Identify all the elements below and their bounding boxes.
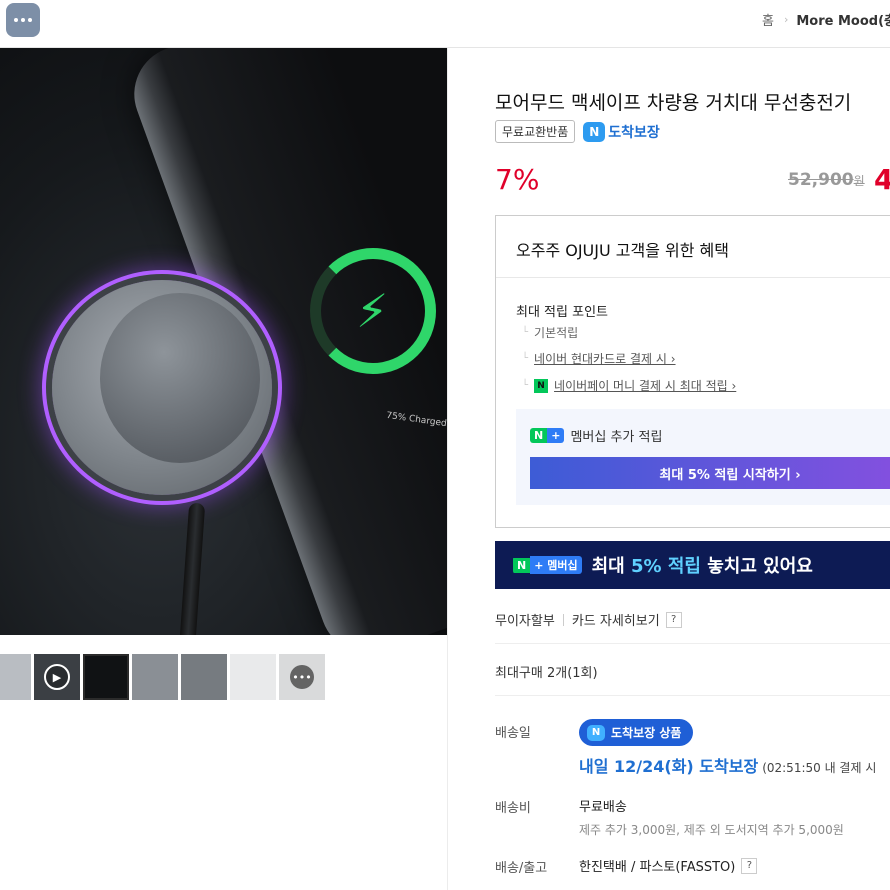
naver-plus-badge: N + (530, 428, 565, 443)
courier-name: 한진택배 / 파스토(FASSTO) (579, 860, 736, 875)
naver-n-icon: N (583, 121, 606, 142)
shipping-fee-extra: 제주 추가 3,000원, 제주 외 도서지역 추가 5,000원 (579, 823, 844, 837)
help-icon[interactable]: ? (665, 611, 682, 628)
thumbnail-6[interactable] (230, 654, 276, 700)
play-icon: ▶ (44, 664, 70, 690)
banner-badge-plus: + 멤버십 (530, 556, 582, 574)
more-dots-icon (14, 18, 18, 22)
basic-points-row: └ 기본적립 (522, 324, 578, 341)
banner-text: 최대 5% 적립 놓치고 있어요 (592, 552, 813, 578)
thumbnail-5[interactable] (181, 654, 227, 700)
more-icon: ••• (290, 665, 314, 689)
original-price-unit: 원 (853, 174, 865, 188)
thumbnail-more[interactable]: ••• (279, 654, 325, 700)
delivery-date-label: 배송일 (495, 726, 531, 741)
thumbnail-4[interactable] (132, 654, 178, 700)
breadcrumb: 홈 › More Mood(충 (762, 10, 890, 29)
more-menu-button[interactable] (6, 3, 40, 37)
benefit-box: 오주주 OJUJU 고객을 위한 혜택 최대 적립 포인트 └ 기본적립 └ 네… (495, 215, 890, 528)
installment-label: 무이자할부 (495, 614, 555, 629)
thumbnail-video[interactable]: ▶ (34, 654, 80, 700)
breadcrumb-home[interactable]: 홈 (762, 10, 774, 29)
thumbnail-strip: ▶ ••• (0, 654, 325, 700)
free-return-badge: 무료교환반품 (495, 120, 576, 143)
breadcrumb-separator: › (783, 13, 789, 26)
banner-highlight: 5% 적립 (631, 556, 701, 577)
courier-row: 한진택배 / 파스토(FASSTO) ? (579, 856, 758, 875)
max-purchase-text: 최대구매 2개(1회) (495, 666, 598, 681)
breadcrumb-store[interactable]: More Mood(충 (796, 10, 890, 29)
courier-label: 배송/출고 (495, 861, 548, 876)
charger-puck-face (100, 293, 260, 463)
arrival-date-text: 내일 12/24(화) 도착보장 (579, 757, 759, 776)
benefit-title: 오주주 OJUJU 고객을 위한 혜택 (516, 241, 729, 260)
npay-icon: N (534, 378, 549, 393)
installment-row: 무이자할부 카드 자세히보기 ? (495, 610, 682, 629)
main-product-image[interactable]: ⚡ 75% Charged (0, 48, 447, 635)
basic-points-label: 기본적립 (534, 326, 579, 340)
naver-plus-membership-badge: N + 멤버십 (513, 556, 582, 574)
product-badges: 무료교환반품 N 도착보장 (495, 120, 660, 143)
banner-badge-n: N (513, 557, 531, 573)
charger-cable (178, 502, 206, 635)
tree-branch-icon: └ (522, 327, 529, 338)
arrival-guarantee-pill[interactable]: N 도착보장 상품 (579, 719, 694, 746)
sale-price: 4 (874, 163, 890, 196)
arrival-date: 내일 12/24(화) 도착보장 (02:51:50 내 결제 시 (579, 753, 876, 777)
benefit-divider (496, 277, 890, 278)
row-divider (495, 643, 890, 644)
vertical-separator (562, 613, 564, 626)
hyundai-card-row[interactable]: └ 네이버 현대카드로 결제 시 › (522, 350, 676, 367)
discount-rate: 7% (495, 163, 540, 196)
membership-banner[interactable]: N + 멤버십 최대 5% 적립 놓치고 있어요 (495, 541, 890, 589)
membership-label-row: N + 멤버십 추가 적립 (530, 426, 662, 445)
shipping-fee-label: 배송비 (495, 801, 531, 816)
thumbnail-3[interactable] (83, 654, 129, 700)
npay-money-row[interactable]: └ N 네이버페이 머니 결제 시 최대 적립 › (522, 377, 736, 394)
tree-branch-icon: └ (522, 380, 529, 391)
arrival-guarantee-badge: N 도착보장 (583, 121, 660, 142)
naver-plus-badge-plus: + (547, 428, 565, 443)
row-divider (495, 695, 890, 696)
membership-start-button[interactable]: 최대 5% 적립 시작하기 › (530, 457, 890, 489)
original-price: 52,900원 (788, 170, 865, 190)
membership-box: N + 멤버십 추가 적립 최대 5% 적립 시작하기 › (516, 409, 890, 505)
banner-text-before: 최대 (591, 556, 632, 577)
card-detail-link[interactable]: 카드 자세히보기 (572, 610, 660, 629)
naver-plus-badge-n: N (530, 428, 548, 443)
arrival-guarantee-pill-label: 도착보장 상품 (611, 726, 682, 740)
charging-bolt-icon: ⚡ (356, 284, 389, 338)
hyundai-card-link[interactable]: 네이버 현대카드로 결제 시 › (534, 350, 676, 367)
original-price-value: 52,900 (788, 170, 854, 190)
npay-money-link[interactable]: 네이버페이 머니 결제 시 최대 적립 › (554, 377, 736, 394)
arrival-deadline-note: (02:51:50 내 결제 시 (762, 761, 877, 775)
product-title: 모어무드 맥세이프 차량용 거치대 무선충전기 (495, 92, 852, 114)
thumbnail-1[interactable] (0, 654, 31, 700)
banner-text-after: 놓치고 있어요 (700, 556, 813, 577)
help-icon[interactable]: ? (741, 857, 758, 874)
arrival-guarantee-label: 도착보장 (608, 124, 660, 141)
tree-branch-icon: └ (522, 353, 529, 364)
max-points-heading: 최대 적립 포인트 (516, 305, 608, 320)
membership-label: 멤버십 추가 적립 (570, 430, 663, 445)
shipping-fee: 무료배송 (579, 800, 627, 815)
column-divider (447, 47, 448, 890)
naver-n-icon: N (587, 724, 605, 741)
